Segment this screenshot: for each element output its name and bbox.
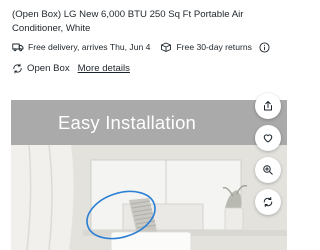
zoom-in-icon (262, 164, 274, 176)
product-title: (Open Box) LG New 6,000 BTU 250 Sq Ft Po… (12, 9, 244, 34)
fulfillment-row: Free delivery, arrives Thu, Jun 4 Free 3… (12, 40, 292, 54)
share-button[interactable] (255, 93, 281, 119)
share-icon (262, 100, 274, 112)
image-caption: Easy Installation (57, 112, 197, 133)
delivery-text: Free delivery, arrives Thu, Jun 4 (28, 42, 151, 52)
return-box-icon (160, 41, 172, 53)
360-view-icon (262, 196, 274, 208)
zoom-button[interactable] (255, 157, 281, 183)
heart-icon (262, 132, 274, 144)
more-details-link[interactable]: More details (78, 63, 130, 74)
delivery-info: Free delivery, arrives Thu, Jun 4 (12, 41, 150, 53)
info-icon[interactable] (259, 41, 270, 53)
recycle-icon (12, 63, 23, 74)
product-image[interactable]: Easy Installation (11, 100, 287, 250)
condition-row: Open Box More details (12, 61, 130, 75)
returns-text: Free 30-day returns (176, 42, 252, 52)
favorite-button[interactable] (255, 125, 281, 151)
truck-icon (12, 41, 24, 53)
360-view-button[interactable] (255, 189, 281, 215)
returns-info: Free 30-day returns (160, 41, 252, 53)
condition-label: Open Box (27, 62, 70, 74)
